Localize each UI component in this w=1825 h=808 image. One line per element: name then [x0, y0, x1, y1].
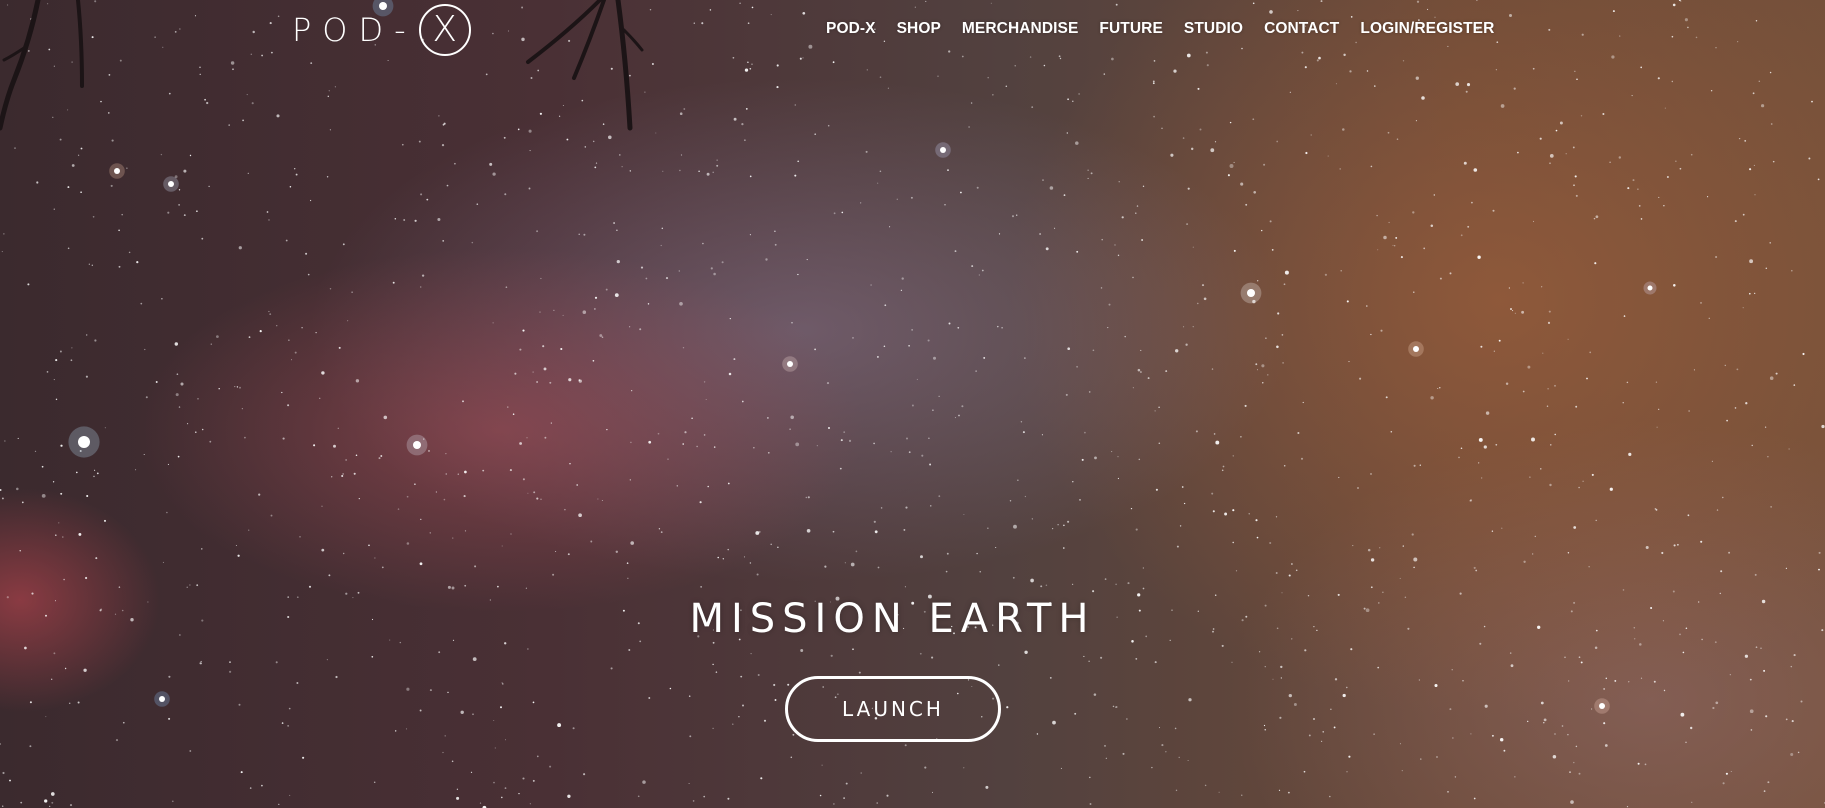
hero-headline: MISSION EARTH	[689, 596, 1096, 642]
logo-wordmark: POD-	[292, 11, 417, 49]
logo-x-circle-icon: X	[418, 4, 471, 56]
hero-background: POD- X POD-X SHOP MERCHANDISE FUTURE STU…	[0, 0, 1825, 808]
nav-item-shop[interactable]: SHOP	[897, 20, 941, 38]
top-navigation-bar: POD- X POD-X SHOP MERCHANDISE FUTURE STU…	[0, 0, 1825, 60]
main-nav: POD-X SHOP MERCHANDISE FUTURE STUDIO CON…	[826, 20, 1494, 38]
nav-item-merchandise[interactable]: MERCHANDISE	[962, 20, 1079, 38]
nav-item-pod-x[interactable]: POD-X	[826, 20, 876, 38]
site-logo[interactable]: POD- X	[292, 3, 471, 57]
nav-item-future[interactable]: FUTURE	[1099, 20, 1162, 38]
nav-item-contact[interactable]: CONTACT	[1264, 20, 1339, 38]
nav-item-studio[interactable]: STUDIO	[1184, 20, 1243, 38]
launch-button[interactable]: LAUNCH	[785, 676, 1001, 742]
nav-item-login-register[interactable]: LOGIN/REGISTER	[1360, 20, 1494, 38]
